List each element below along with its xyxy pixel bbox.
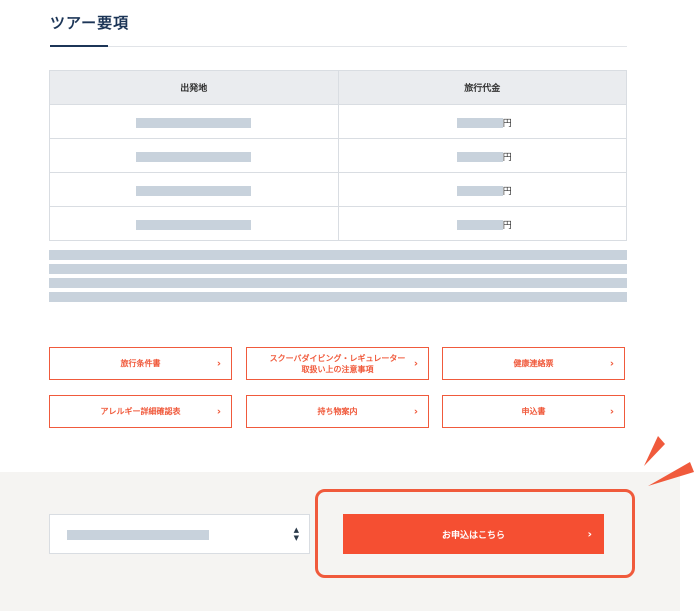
price-placeholder — [456, 117, 503, 128]
departure-cell — [49, 138, 339, 173]
chevron-right-icon: › — [216, 406, 221, 417]
yen-unit: 円 — [502, 153, 512, 163]
header-price: 旅行代金 — [337, 70, 627, 105]
link-application-form[interactable]: 申込書 › — [442, 395, 625, 428]
chevron-right-icon: › — [216, 358, 221, 369]
link-label: 健康連絡票 — [513, 359, 554, 368]
link-scuba-regulator-notes[interactable]: スクーバダイビング・レギュレーター取扱い上の注意事項 › — [246, 347, 429, 380]
attention-burst-icon — [644, 436, 694, 486]
yen-unit: 円 — [502, 119, 512, 129]
departure-cell — [49, 172, 339, 207]
chevron-right-icon: › — [413, 358, 418, 369]
price-cell: 円 — [337, 172, 627, 207]
chevron-right-icon: › — [609, 358, 614, 369]
chevron-right-icon: › — [413, 406, 418, 417]
section-title: ツアー要項 — [50, 14, 130, 32]
departure-placeholder — [136, 219, 252, 230]
tour-price-table: 出発地 旅行代金 円 円 円 円 — [49, 70, 627, 241]
table-row: 円 — [49, 138, 627, 173]
table-row: 円 — [49, 172, 627, 207]
chevron-right-icon: › — [609, 406, 614, 417]
yen-unit: 円 — [502, 187, 512, 197]
price-placeholder — [456, 185, 503, 196]
table-row: 円 — [49, 104, 627, 139]
note-line-placeholder — [49, 278, 627, 288]
departure-placeholder — [136, 117, 252, 128]
link-allergy-form[interactable]: アレルギー詳細確認表 › — [49, 395, 232, 428]
apply-button[interactable]: お申込はこちら › — [343, 514, 604, 554]
tour-date-select[interactable]: ▲ ▼ — [49, 514, 310, 554]
header-departure: 出発地 — [49, 70, 339, 105]
notes-placeholder — [49, 250, 627, 306]
yen-unit: 円 — [502, 221, 512, 231]
sort-arrows-icon: ▲ ▼ — [293, 526, 299, 542]
link-travel-conditions[interactable]: 旅行条件書 › — [49, 347, 232, 380]
note-line-placeholder — [49, 264, 627, 274]
link-label: スクーバダイビング・レギュレーター取扱い上の注意事項 — [269, 353, 406, 374]
table-row: 円 — [49, 206, 627, 241]
note-line-placeholder — [49, 292, 627, 302]
link-label: 申込書 — [521, 407, 546, 416]
link-label: 持ち物案内 — [317, 407, 358, 416]
departure-placeholder — [136, 151, 252, 162]
note-line-placeholder — [49, 250, 627, 260]
price-placeholder — [456, 151, 503, 162]
price-placeholder — [456, 219, 503, 230]
price-cell: 円 — [337, 138, 627, 173]
title-divider — [50, 46, 627, 47]
select-value-placeholder — [67, 530, 209, 540]
link-label: アレルギー詳細確認表 — [100, 407, 181, 416]
apply-button-label: お申込はこちら — [441, 530, 505, 541]
table-header-row: 出発地 旅行代金 — [49, 70, 627, 105]
price-cell: 円 — [337, 104, 627, 139]
link-packing-list[interactable]: 持ち物案内 › — [246, 395, 429, 428]
departure-cell — [49, 206, 339, 241]
title-accent-line — [50, 45, 108, 47]
chevron-right-icon: › — [587, 527, 592, 541]
departure-cell — [49, 104, 339, 139]
link-health-form[interactable]: 健康連絡票 › — [442, 347, 625, 380]
link-label: 旅行条件書 — [120, 359, 161, 368]
price-cell: 円 — [337, 206, 627, 241]
departure-placeholder — [136, 185, 252, 196]
